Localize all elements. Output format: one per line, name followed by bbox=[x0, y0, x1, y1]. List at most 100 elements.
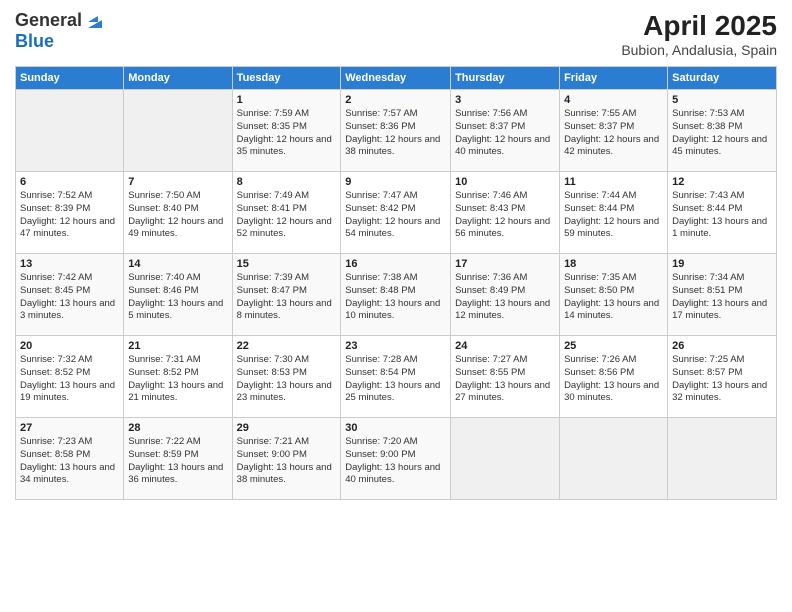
day-info: Sunrise: 7:43 AM Sunset: 8:44 PM Dayligh… bbox=[672, 190, 772, 241]
calendar-cell: 20Sunrise: 7:32 AM Sunset: 8:52 PM Dayli… bbox=[16, 336, 124, 418]
calendar-table: SundayMondayTuesdayWednesdayThursdayFrid… bbox=[15, 66, 777, 500]
calendar-cell bbox=[668, 418, 777, 500]
day-info: Sunrise: 7:52 AM Sunset: 8:39 PM Dayligh… bbox=[20, 190, 119, 241]
day-info: Sunrise: 7:34 AM Sunset: 8:51 PM Dayligh… bbox=[672, 272, 772, 323]
day-number: 10 bbox=[455, 176, 555, 188]
day-info: Sunrise: 7:26 AM Sunset: 8:56 PM Dayligh… bbox=[564, 354, 663, 405]
calendar-cell: 28Sunrise: 7:22 AM Sunset: 8:59 PM Dayli… bbox=[124, 418, 232, 500]
day-info: Sunrise: 7:59 AM Sunset: 8:35 PM Dayligh… bbox=[237, 108, 337, 159]
calendar-cell bbox=[124, 90, 232, 172]
calendar-header-thursday: Thursday bbox=[451, 67, 560, 90]
calendar-cell: 2 Sunrise: 7:57 AM Sunset: 8:36 PM Daylig… bbox=[341, 90, 451, 172]
calendar-week-row: 6Sunrise: 7:52 AM Sunset: 8:39 PM Daylig… bbox=[16, 172, 777, 254]
calendar-cell: 30 Sunrise: 7:20 AM Sunset: 9:00 PM Dayli… bbox=[341, 418, 451, 500]
day-info: Sunrise: 7:55 AM Sunset: 8:37 PM Dayligh… bbox=[564, 108, 663, 159]
subtitle: Bubion, Andalusia, Spain bbox=[621, 42, 777, 58]
day-number: 12 bbox=[672, 176, 772, 188]
calendar-cell: 9Sunrise: 7:47 AM Sunset: 8:42 PM Daylig… bbox=[341, 172, 451, 254]
calendar-cell: 6Sunrise: 7:52 AM Sunset: 8:39 PM Daylig… bbox=[16, 172, 124, 254]
day-number: 27 bbox=[20, 422, 119, 434]
calendar-week-row: 13 Sunrise: 7:42 AM Sunset: 8:45 PM Dayli… bbox=[16, 254, 777, 336]
logo-general-text: General bbox=[15, 11, 82, 31]
day-number: 17 bbox=[455, 258, 555, 270]
header: General Blue April 2025 Bubion, Andalusi… bbox=[15, 10, 777, 58]
calendar-header-row: SundayMondayTuesdayWednesdayThursdayFrid… bbox=[16, 67, 777, 90]
day-number: 18 bbox=[564, 258, 663, 270]
day-number: 26 bbox=[672, 340, 772, 352]
day-info: Sunrise: 7:35 AM Sunset: 8:50 PM Dayligh… bbox=[564, 272, 663, 323]
day-number: 1 bbox=[237, 94, 337, 106]
logo-icon bbox=[84, 10, 106, 32]
day-info: Sunrise: 7:42 AM Sunset: 8:45 PM Dayligh… bbox=[20, 272, 119, 323]
calendar-cell: 16 Sunrise: 7:38 AM Sunset: 8:48 PM Dayli… bbox=[341, 254, 451, 336]
day-number: 21 bbox=[128, 340, 227, 352]
calendar-cell: 29 Sunrise: 7:21 AM Sunset: 9:00 PM Dayli… bbox=[232, 418, 341, 500]
calendar-header-friday: Friday bbox=[560, 67, 668, 90]
calendar-cell: 5 Sunrise: 7:53 AM Sunset: 8:38 PM Daylig… bbox=[668, 90, 777, 172]
day-number: 22 bbox=[237, 340, 337, 352]
day-info: Sunrise: 7:31 AM Sunset: 8:52 PM Dayligh… bbox=[128, 354, 227, 405]
calendar-cell: 24 Sunrise: 7:27 AM Sunset: 8:55 PM Dayli… bbox=[451, 336, 560, 418]
day-info: Sunrise: 7:21 AM Sunset: 9:00 PM Dayligh… bbox=[237, 436, 337, 487]
calendar-cell: 3Sunrise: 7:56 AM Sunset: 8:37 PM Daylig… bbox=[451, 90, 560, 172]
logo-blue-text: Blue bbox=[15, 32, 106, 52]
day-info: Sunrise: 7:39 AM Sunset: 8:47 PM Dayligh… bbox=[237, 272, 337, 323]
day-number: 7 bbox=[128, 176, 227, 188]
day-number: 24 bbox=[455, 340, 555, 352]
day-number: 11 bbox=[564, 176, 663, 188]
calendar-cell: 7 Sunrise: 7:50 AM Sunset: 8:40 PM Daylig… bbox=[124, 172, 232, 254]
calendar-header-tuesday: Tuesday bbox=[232, 67, 341, 90]
day-number: 25 bbox=[564, 340, 663, 352]
calendar-cell: 21 Sunrise: 7:31 AM Sunset: 8:52 PM Dayli… bbox=[124, 336, 232, 418]
day-number: 13 bbox=[20, 258, 119, 270]
calendar-cell: 26 Sunrise: 7:25 AM Sunset: 8:57 PM Dayli… bbox=[668, 336, 777, 418]
day-info: Sunrise: 7:30 AM Sunset: 8:53 PM Dayligh… bbox=[237, 354, 337, 405]
calendar-cell bbox=[560, 418, 668, 500]
day-info: Sunrise: 7:27 AM Sunset: 8:55 PM Dayligh… bbox=[455, 354, 555, 405]
calendar-week-row: 20Sunrise: 7:32 AM Sunset: 8:52 PM Dayli… bbox=[16, 336, 777, 418]
calendar-cell: 11 Sunrise: 7:44 AM Sunset: 8:44 PM Dayli… bbox=[560, 172, 668, 254]
day-info: Sunrise: 7:20 AM Sunset: 9:00 PM Dayligh… bbox=[345, 436, 446, 487]
day-number: 28 bbox=[128, 422, 227, 434]
calendar-week-row: 1 Sunrise: 7:59 AM Sunset: 8:35 PM Daylig… bbox=[16, 90, 777, 172]
calendar-header-saturday: Saturday bbox=[668, 67, 777, 90]
day-number: 16 bbox=[345, 258, 446, 270]
day-info: Sunrise: 7:23 AM Sunset: 8:58 PM Dayligh… bbox=[20, 436, 119, 487]
day-number: 15 bbox=[237, 258, 337, 270]
calendar-week-row: 27 Sunrise: 7:23 AM Sunset: 8:58 PM Dayli… bbox=[16, 418, 777, 500]
day-number: 4 bbox=[564, 94, 663, 106]
day-info: Sunrise: 7:28 AM Sunset: 8:54 PM Dayligh… bbox=[345, 354, 446, 405]
day-number: 29 bbox=[237, 422, 337, 434]
logo: General Blue bbox=[15, 10, 106, 52]
calendar-cell: 12 Sunrise: 7:43 AM Sunset: 8:44 PM Dayli… bbox=[668, 172, 777, 254]
day-info: Sunrise: 7:25 AM Sunset: 8:57 PM Dayligh… bbox=[672, 354, 772, 405]
day-number: 23 bbox=[345, 340, 446, 352]
calendar-cell: 17 Sunrise: 7:36 AM Sunset: 8:49 PM Dayli… bbox=[451, 254, 560, 336]
day-info: Sunrise: 7:57 AM Sunset: 8:36 PM Dayligh… bbox=[345, 108, 446, 159]
calendar-cell: 25 Sunrise: 7:26 AM Sunset: 8:56 PM Dayli… bbox=[560, 336, 668, 418]
calendar-cell bbox=[451, 418, 560, 500]
calendar-cell: 14Sunrise: 7:40 AM Sunset: 8:46 PM Dayli… bbox=[124, 254, 232, 336]
day-info: Sunrise: 7:50 AM Sunset: 8:40 PM Dayligh… bbox=[128, 190, 227, 241]
calendar-cell: 15 Sunrise: 7:39 AM Sunset: 8:47 PM Dayli… bbox=[232, 254, 341, 336]
calendar-header-monday: Monday bbox=[124, 67, 232, 90]
day-info: Sunrise: 7:56 AM Sunset: 8:37 PM Dayligh… bbox=[455, 108, 555, 159]
day-number: 5 bbox=[672, 94, 772, 106]
calendar-cell: 22 Sunrise: 7:30 AM Sunset: 8:53 PM Dayli… bbox=[232, 336, 341, 418]
main-title: April 2025 bbox=[621, 10, 777, 42]
calendar-cell: 8Sunrise: 7:49 AM Sunset: 8:41 PM Daylig… bbox=[232, 172, 341, 254]
day-info: Sunrise: 7:38 AM Sunset: 8:48 PM Dayligh… bbox=[345, 272, 446, 323]
calendar-header-sunday: Sunday bbox=[16, 67, 124, 90]
page: General Blue April 2025 Bubion, Andalusi… bbox=[0, 0, 792, 612]
day-number: 2 bbox=[345, 94, 446, 106]
day-number: 8 bbox=[237, 176, 337, 188]
day-number: 30 bbox=[345, 422, 446, 434]
calendar-cell: 1 Sunrise: 7:59 AM Sunset: 8:35 PM Daylig… bbox=[232, 90, 341, 172]
calendar-cell: 10Sunrise: 7:46 AM Sunset: 8:43 PM Dayli… bbox=[451, 172, 560, 254]
day-info: Sunrise: 7:53 AM Sunset: 8:38 PM Dayligh… bbox=[672, 108, 772, 159]
day-info: Sunrise: 7:44 AM Sunset: 8:44 PM Dayligh… bbox=[564, 190, 663, 241]
calendar-cell: 27 Sunrise: 7:23 AM Sunset: 8:58 PM Dayli… bbox=[16, 418, 124, 500]
day-number: 14 bbox=[128, 258, 227, 270]
day-number: 19 bbox=[672, 258, 772, 270]
day-info: Sunrise: 7:36 AM Sunset: 8:49 PM Dayligh… bbox=[455, 272, 555, 323]
